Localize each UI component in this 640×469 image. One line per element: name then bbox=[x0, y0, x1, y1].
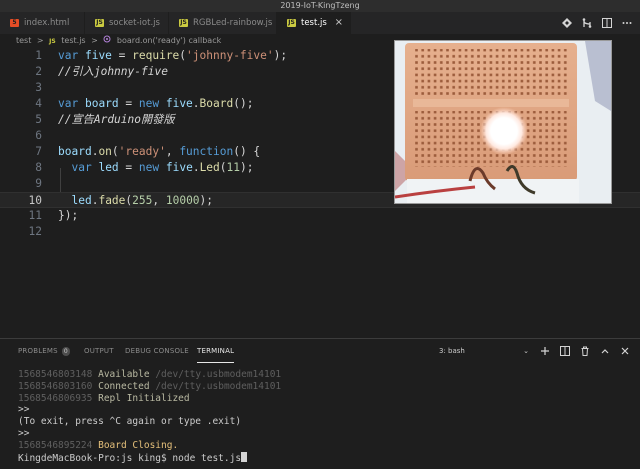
code-comment: //引入johnny-five bbox=[58, 65, 168, 78]
terminal-line: (To exit, press ^C again or type .exit) bbox=[18, 416, 242, 428]
tab-label: index.html bbox=[24, 18, 70, 28]
code-text: led.fade(255, 10000); bbox=[71, 194, 214, 207]
add-terminal-icon[interactable] bbox=[539, 345, 550, 356]
tab-test-js[interactable]: JS test.js × bbox=[277, 12, 351, 34]
open-changes-icon[interactable] bbox=[581, 18, 592, 29]
breadboard-led-photo bbox=[395, 41, 611, 203]
line-number: 4 bbox=[35, 97, 42, 110]
tab-index-html[interactable]: 5 index.html bbox=[0, 12, 85, 34]
line-number: 2 bbox=[35, 65, 42, 78]
breadcrumb-file[interactable]: test.js bbox=[61, 36, 85, 45]
callback-symbol-icon bbox=[103, 35, 114, 45]
code-text: var led = new five.Led(11); bbox=[71, 161, 254, 174]
camera-preview-overlay bbox=[394, 40, 612, 204]
tab-label: RGBLed-rainbow.js bbox=[193, 18, 273, 28]
terminal-line: 1568546895224 Board Closing. bbox=[18, 439, 179, 451]
terminal-line: 1568546806935 Repl Initialized bbox=[18, 392, 190, 404]
line-number: 1 bbox=[35, 49, 42, 62]
js-file-icon: JS bbox=[287, 19, 296, 27]
tab-label: TERMINAL bbox=[197, 347, 235, 355]
code-text: var five = require('johnny-five'); bbox=[58, 49, 288, 62]
js-file-icon: JS bbox=[179, 19, 188, 27]
maximize-panel-icon[interactable] bbox=[599, 345, 610, 356]
tab-socket-iot[interactable]: JS socket-iot.js bbox=[85, 12, 169, 34]
more-actions-icon[interactable] bbox=[621, 18, 632, 29]
trash-icon[interactable] bbox=[579, 345, 590, 356]
breadcrumb-separator: > bbox=[91, 36, 98, 45]
line-number: 5 bbox=[35, 113, 42, 126]
line-number: 9 bbox=[35, 177, 42, 190]
tab-rgbled-rainbow[interactable]: JS RGBLed-rainbow.js bbox=[169, 12, 277, 34]
tab-output[interactable]: OUTPUT bbox=[84, 339, 114, 363]
js-file-icon: JS bbox=[49, 38, 56, 45]
code-text: var board = new five.Board(); bbox=[58, 97, 254, 110]
problems-count-badge: 0 bbox=[61, 346, 70, 356]
editor-tab-bar: 5 index.html JS socket-iot.js JS RGBLed-… bbox=[0, 12, 640, 34]
line-number: 11 bbox=[28, 209, 42, 222]
tab-label: DEBUG CONSOLE bbox=[125, 347, 189, 355]
close-panel-icon[interactable] bbox=[619, 345, 630, 356]
line-number: 12 bbox=[28, 225, 42, 238]
breadcrumb-separator: > bbox=[36, 36, 44, 45]
breadcrumb-folder[interactable]: test bbox=[16, 36, 31, 45]
breadcrumb-symbol[interactable]: board.on('ready') callback bbox=[117, 36, 221, 45]
tab-terminal[interactable]: TERMINAL bbox=[197, 339, 235, 363]
terminal-selector-value: 3: bash bbox=[439, 347, 465, 355]
terminal-cursor bbox=[241, 451, 248, 462]
close-tab-icon[interactable]: × bbox=[335, 12, 343, 34]
tab-debug-console[interactable]: DEBUG CONSOLE bbox=[125, 339, 189, 363]
terminal-prompt-line: KingdeMacBook-Pro:js king$ node test.js bbox=[18, 451, 628, 464]
terminal-line: >> bbox=[18, 427, 30, 439]
tab-label: OUTPUT bbox=[84, 347, 114, 355]
line-number: 8 bbox=[35, 161, 42, 174]
code-comment: //宣告Arduino開發版 bbox=[58, 113, 175, 126]
html-file-icon: 5 bbox=[10, 19, 19, 27]
tab-label: socket-iot.js bbox=[109, 18, 160, 28]
editor-actions bbox=[561, 12, 632, 34]
tab-label: PROBLEMS bbox=[18, 347, 58, 355]
tab-label: test.js bbox=[301, 18, 327, 28]
js-file-icon: JS bbox=[95, 19, 104, 27]
code-line: 11 }); bbox=[0, 208, 640, 224]
code-text: }); bbox=[58, 209, 79, 222]
tab-problems[interactable]: PROBLEMS 0 bbox=[18, 339, 70, 363]
terminal-line: 1568546803148 Available /dev/tty.usbmode… bbox=[18, 369, 282, 380]
split-terminal-icon[interactable] bbox=[559, 345, 570, 356]
chevron-down-icon: ⌄ bbox=[523, 347, 529, 355]
line-number: 7 bbox=[35, 145, 42, 158]
terminal-line: >> bbox=[18, 404, 30, 416]
terminal-line: 1568546803160 Connected /dev/tty.usbmode… bbox=[18, 380, 282, 392]
line-number: 10 bbox=[28, 194, 42, 207]
split-editor-icon[interactable] bbox=[601, 18, 612, 29]
window-title: 2019-IoT-KingTzeng bbox=[0, 0, 640, 12]
bottom-panel: PROBLEMS 0 OUTPUT DEBUG CONSOLE TERMINAL … bbox=[0, 338, 640, 469]
panel-actions bbox=[539, 345, 630, 356]
terminal-output[interactable]: 1568546803148 Available /dev/tty.usbmode… bbox=[18, 369, 628, 464]
terminal-selector[interactable]: 3: bash ⌄ bbox=[436, 345, 532, 358]
line-number: 6 bbox=[35, 129, 42, 142]
source-control-diff-icon[interactable] bbox=[561, 18, 572, 29]
code-text: board.on('ready', function() { bbox=[58, 145, 261, 158]
code-line: 12 bbox=[0, 224, 640, 240]
line-number: 3 bbox=[35, 81, 42, 94]
